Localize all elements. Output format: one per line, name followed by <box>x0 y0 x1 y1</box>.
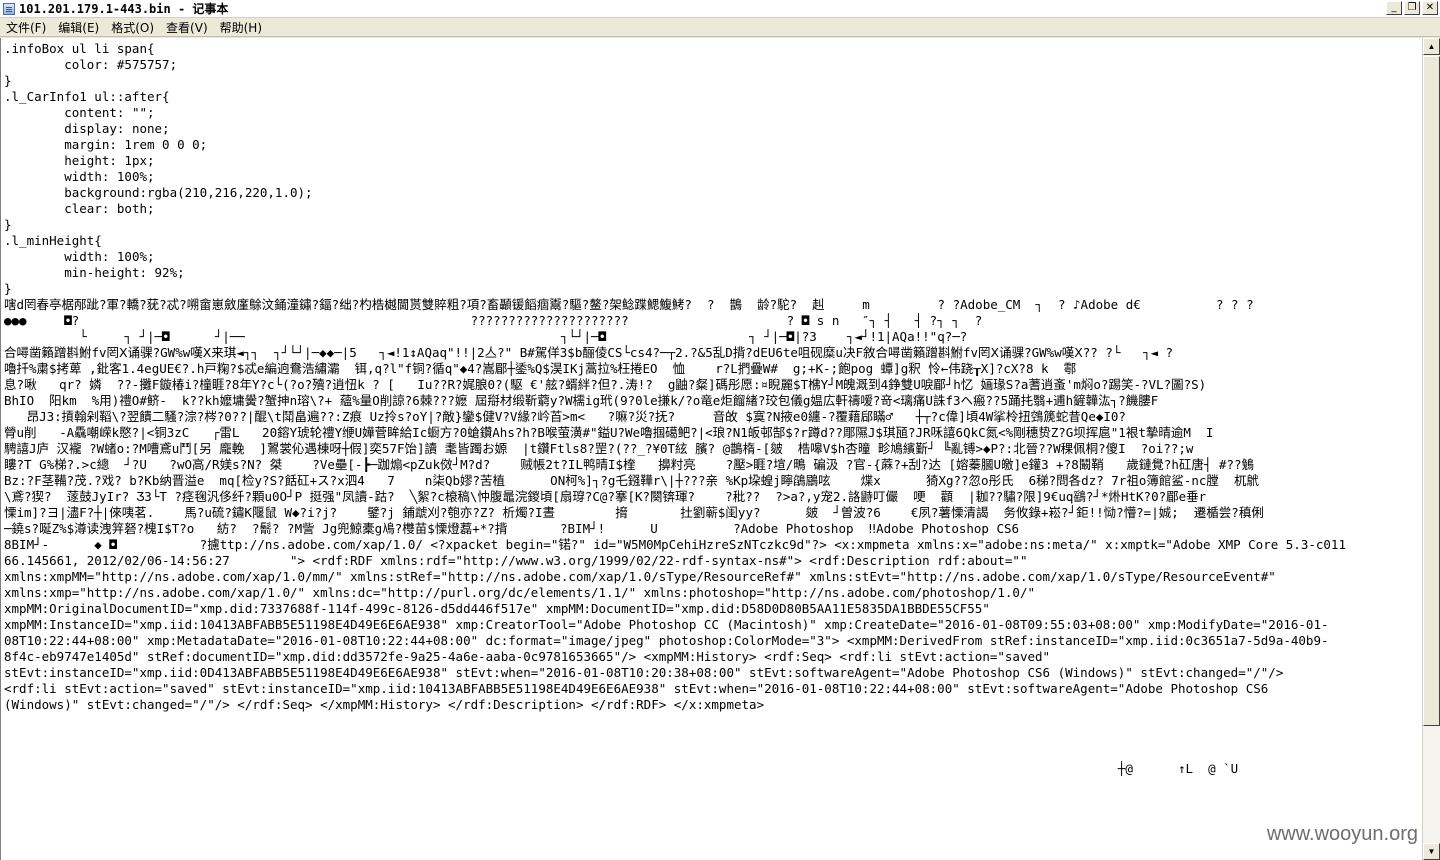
close-button[interactable]: ✕ <box>1422 1 1438 15</box>
menu-file[interactable]: 文件(F) <box>0 19 52 36</box>
document-text[interactable]: .infoBox ul li span{ color: #575757; } .… <box>1 38 1418 777</box>
scroll-thumb[interactable] <box>1423 56 1440 726</box>
maximize-button[interactable]: ❐ <box>1404 1 1420 15</box>
scroll-down-button[interactable]: ▼ <box>1423 843 1440 860</box>
menu-bar: 文件(F) 编辑(E) 格式(O) 查看(V) 帮助(H) <box>0 18 1440 37</box>
text-editor-area[interactable]: .infoBox ul li span{ color: #575757; } .… <box>0 38 1422 860</box>
menu-format[interactable]: 格式(O) <box>105 19 160 36</box>
window-controls: _ ❐ ✕ <box>1386 1 1438 15</box>
notepad-app-icon[interactable] <box>3 2 15 15</box>
vertical-scrollbar[interactable]: ▲ ▼ <box>1422 38 1440 860</box>
minimize-button[interactable]: _ <box>1386 1 1402 15</box>
menu-view[interactable]: 查看(V) <box>160 19 214 36</box>
menu-edit[interactable]: 编辑(E) <box>52 19 105 36</box>
watermark: www.wooyun.org <box>1266 823 1418 845</box>
scroll-up-button[interactable]: ▲ <box>1423 38 1440 55</box>
title-bar[interactable]: 101.201.179.1-443.bin - 记事本 _ ❐ ✕ <box>0 0 1440 18</box>
menu-help[interactable]: 帮助(H) <box>214 19 268 36</box>
window-title: 101.201.179.1-443.bin - 记事本 <box>19 2 229 16</box>
